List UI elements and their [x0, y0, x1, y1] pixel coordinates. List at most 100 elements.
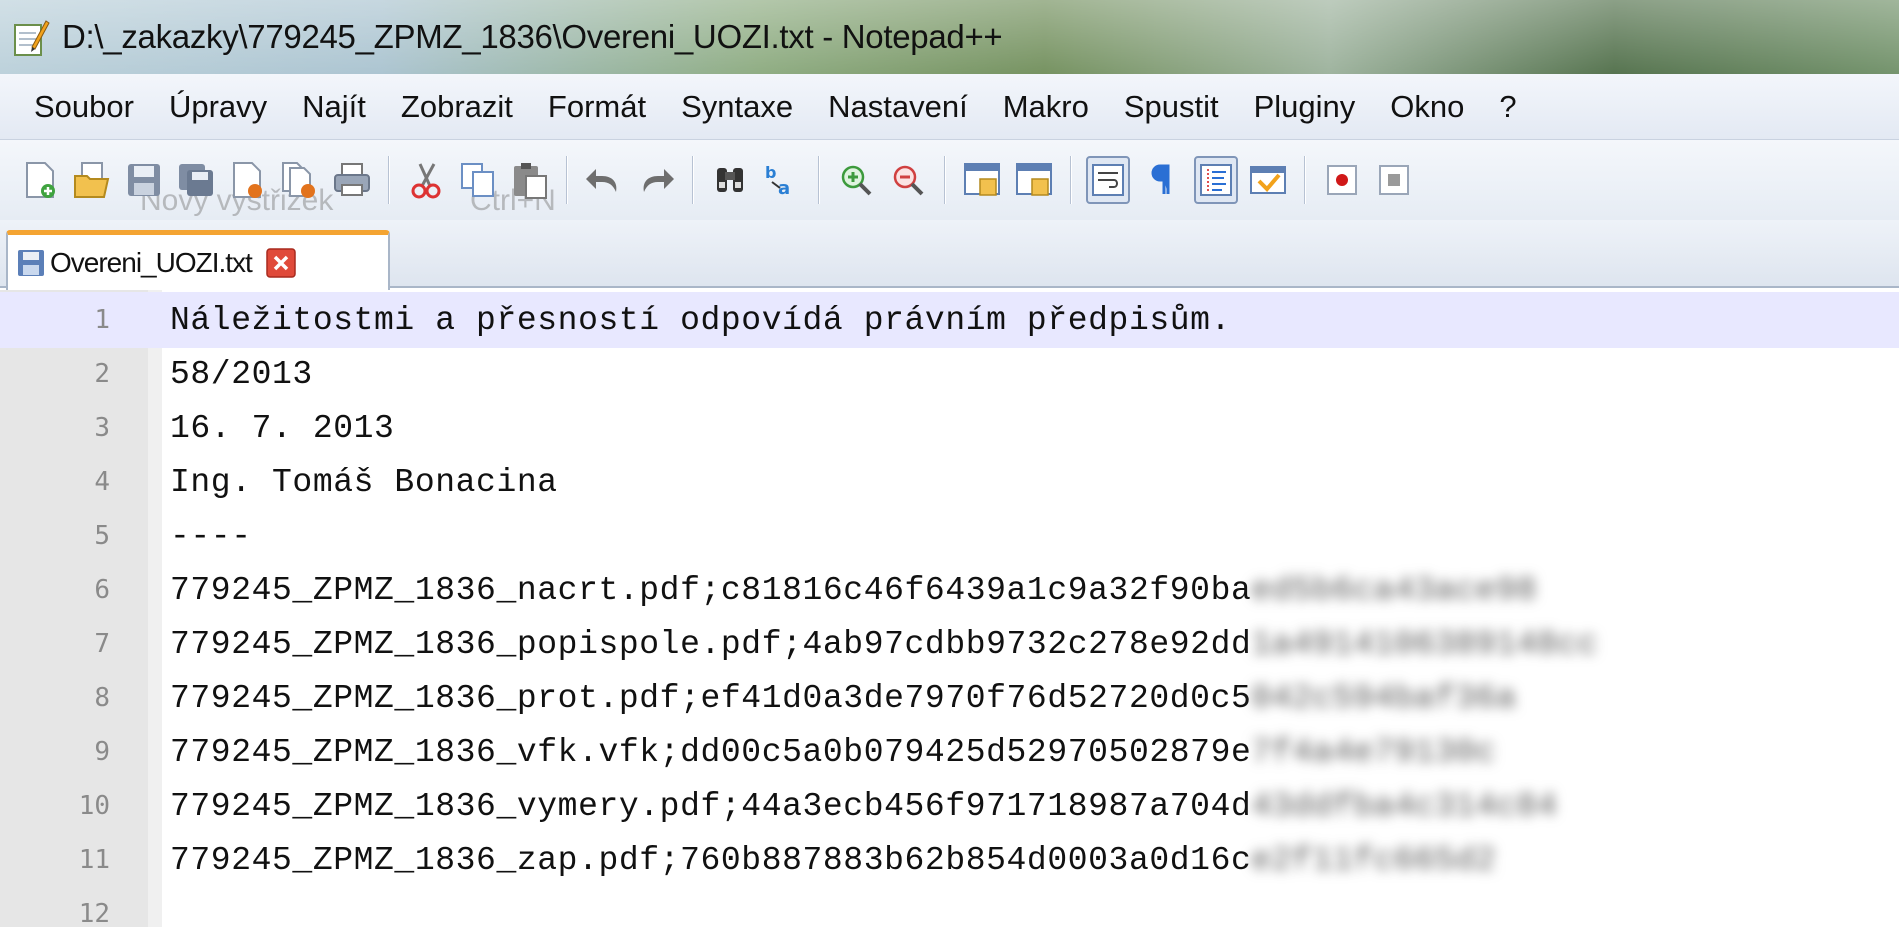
blurred-hash: 1a4914106389148cc — [1251, 625, 1599, 663]
zoom-out-button[interactable] — [886, 156, 930, 204]
menu-okno[interactable]: Okno — [1376, 89, 1485, 125]
menu-format[interactable]: Formát — [534, 89, 667, 125]
show-all-chars-icon — [1151, 164, 1170, 194]
record-macro-button[interactable] — [1320, 156, 1364, 204]
save-icon — [128, 164, 160, 196]
close-icon — [233, 162, 262, 198]
visible-text: 779245_ZPMZ_1836_zap.pdf;760b887883b62b8… — [170, 841, 1252, 879]
toolbar-separator — [692, 156, 694, 204]
zoom-out-icon — [893, 165, 924, 196]
line-number: 7 — [94, 629, 110, 659]
tab-bar: Overeni_UOZI.txt — [0, 220, 1899, 290]
copy-button[interactable] — [456, 156, 500, 204]
open-file-button[interactable] — [70, 156, 114, 204]
find-icon — [717, 168, 743, 192]
toolbar-separator — [1304, 156, 1306, 204]
close-button[interactable] — [226, 156, 270, 204]
menu-nastaveni[interactable]: Nastavení — [814, 89, 989, 125]
show-all-chars-button[interactable] — [1138, 156, 1182, 204]
close-tab-icon[interactable] — [266, 247, 296, 278]
zoom-in-button[interactable] — [834, 156, 878, 204]
editor-line: 9 779245_ZPMZ_1836_vfk.vfk;dd00c5a0b0794… — [0, 724, 1899, 780]
menu-makro[interactable]: Makro — [989, 89, 1110, 125]
menu-najit[interactable]: Najít — [288, 89, 387, 125]
visible-text: 779245_ZPMZ_1836_nacrt.pdf;c81816c46f643… — [170, 571, 1252, 609]
line-text: 779245_ZPMZ_1836_popispole.pdf;4ab97cdbb… — [170, 626, 1598, 663]
editor-line: 5 ---- — [0, 508, 1899, 564]
menu-upravy[interactable]: Úpravy — [155, 89, 288, 125]
editor-line: 8 779245_ZPMZ_1836_prot.pdf;ef41d0a3de79… — [0, 670, 1899, 726]
line-text: 58/2013 — [170, 355, 313, 393]
visible-text: 779245_ZPMZ_1836_vymery.pdf;44a3ecb456f9… — [170, 787, 1252, 825]
blurred-hash: ed5b6ca43ace98 — [1251, 571, 1538, 609]
line-text: 16. 7. 2013 — [170, 409, 395, 447]
close-all-icon — [282, 162, 315, 198]
notepad-plus-plus-icon — [14, 20, 50, 56]
print-icon — [334, 163, 370, 196]
visible-text: 779245_ZPMZ_1836_vfk.vfk;dd00c5a0b079425… — [170, 733, 1252, 771]
blurred-hash: 7f4a4e79130c — [1251, 733, 1497, 771]
editor-line: 10 779245_ZPMZ_1836_vymery.pdf;44a3ecb45… — [0, 778, 1899, 834]
document-map-icon — [1250, 166, 1286, 194]
toolbar-separator — [944, 156, 946, 204]
close-all-button[interactable] — [278, 156, 322, 204]
sync-horizontal-button[interactable] — [1012, 156, 1056, 204]
new-file-icon — [26, 162, 55, 198]
menu-pluginy[interactable]: Pluginy — [1240, 89, 1377, 125]
menu-zobrazit[interactable]: Zobrazit — [387, 89, 534, 125]
line-number: 9 — [94, 737, 110, 767]
line-number: 4 — [94, 467, 110, 497]
line-text: 779245_ZPMZ_1836_nacrt.pdf;c81816c46f643… — [170, 572, 1537, 609]
editor-line: 2 58/2013 — [0, 346, 1899, 402]
line-number: 10 — [78, 791, 110, 821]
replace-button[interactable]: ba — [760, 156, 804, 204]
open-file-icon — [74, 162, 110, 198]
editor-line: 4 Ing. Tomáš Bonacina — [0, 454, 1899, 510]
stop-macro-button[interactable] — [1372, 156, 1416, 204]
print-button[interactable] — [330, 156, 374, 204]
editor-line: 1 Náležitostmi a přesností odpovídá práv… — [0, 292, 1899, 348]
saved-file-icon — [18, 249, 44, 276]
line-number: 5 — [94, 521, 110, 551]
redo-button[interactable] — [634, 156, 678, 204]
undo-button[interactable] — [582, 156, 626, 204]
title-bar: D:\_zakazky\779245_ZPMZ_1836\Overeni_UOZ… — [0, 0, 1899, 74]
toolbar-separator — [388, 156, 390, 204]
line-text: 779245_ZPMZ_1836_prot.pdf;ef41d0a3de7970… — [170, 680, 1517, 717]
line-number: 2 — [94, 359, 110, 389]
new-file-button[interactable] — [18, 156, 62, 204]
blurred-hash: 43ddfba4c314c84 — [1251, 787, 1558, 825]
toolbar: Nový výstřižek Ctrl+N ba — [0, 140, 1899, 220]
sync-vertical-icon — [964, 163, 1000, 196]
text-editor[interactable]: 1 Náležitostmi a přesností odpovídá práv… — [0, 290, 1899, 927]
toolbar-separator — [1070, 156, 1072, 204]
cut-icon — [411, 163, 441, 199]
menu-spustit[interactable]: Spustit — [1110, 89, 1240, 125]
copy-icon — [461, 163, 494, 197]
menu-help[interactable]: ? — [1485, 89, 1537, 125]
line-number: 6 — [94, 575, 110, 605]
line-number: 11 — [78, 845, 110, 875]
indent-guide-button[interactable] — [1194, 156, 1238, 204]
menu-syntaxe[interactable]: Syntaxe — [667, 89, 814, 125]
visible-text: 779245_ZPMZ_1836_popispole.pdf;4ab97cdbb… — [170, 625, 1252, 663]
line-text: ---- — [170, 517, 252, 555]
menu-soubor[interactable]: Soubor — [20, 89, 155, 125]
editor-line: 11 779245_ZPMZ_1836_zap.pdf;760b887883b6… — [0, 832, 1899, 888]
cut-button[interactable] — [404, 156, 448, 204]
undo-icon — [586, 169, 617, 192]
save-button[interactable] — [122, 156, 166, 204]
line-number: 3 — [94, 413, 110, 443]
zoom-in-icon — [841, 165, 872, 196]
tab-overeni-uozi[interactable]: Overeni_UOZI.txt — [6, 230, 390, 290]
sync-vertical-button[interactable] — [960, 156, 1004, 204]
paste-button[interactable] — [508, 156, 552, 204]
save-all-button[interactable] — [174, 156, 218, 204]
paste-icon — [514, 163, 547, 199]
line-number: 8 — [94, 683, 110, 713]
find-button[interactable] — [708, 156, 752, 204]
document-map-button[interactable] — [1246, 156, 1290, 204]
line-number: 12 — [78, 899, 110, 927]
editor-line: 6 779245_ZPMZ_1836_nacrt.pdf;c81816c46f6… — [0, 562, 1899, 618]
word-wrap-button[interactable] — [1086, 156, 1130, 204]
